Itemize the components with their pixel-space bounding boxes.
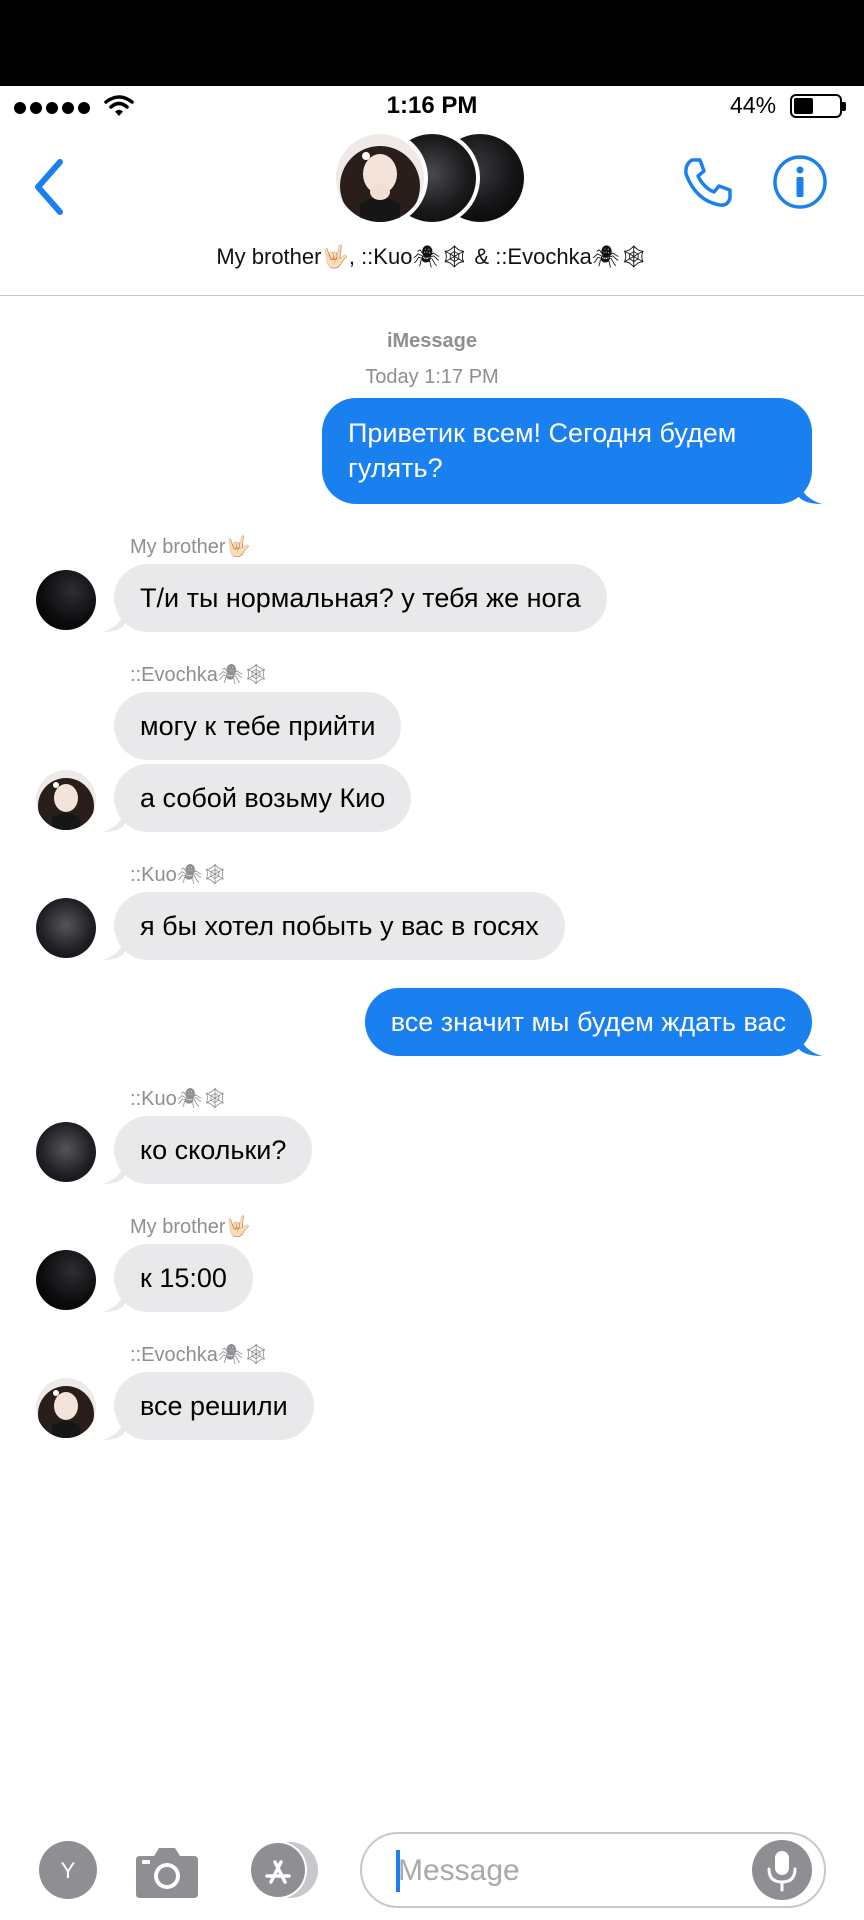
message-row: Т/и ты нормальная? у тебя же нога [0, 564, 864, 632]
group-avatars[interactable] [332, 126, 532, 228]
message-row: к 15:00 [0, 1244, 864, 1312]
sender-name: ::Kuo🕷🕸 [130, 1088, 228, 1110]
message-row: все значит мы будем ждать вас [0, 988, 864, 1056]
camera-icon[interactable] [134, 1840, 200, 1900]
bubble-tail [103, 1290, 125, 1312]
top-black-bar [0, 0, 864, 86]
sender-name: ::Evochka🕷🕸 [130, 664, 269, 686]
outgoing-bubble[interactable]: все значит мы будем ждать вас [364, 988, 812, 1056]
bubble-tail [103, 938, 125, 960]
sender-name: My brother🤟🏻 [130, 1216, 251, 1238]
incoming-bubble[interactable]: а собой возьму Кио [114, 764, 412, 832]
message-row: Приветик всем! Сегодня будем гулять? [0, 398, 864, 504]
avatar[interactable] [36, 570, 96, 630]
message-row: ко скольки? [0, 1116, 864, 1184]
incoming-bubble[interactable]: я бы хотел побыть у вас в госях [114, 892, 565, 960]
info-icon[interactable] [772, 154, 828, 210]
status-bar: 1:16 PM 44% [0, 86, 864, 126]
phone-icon[interactable] [676, 152, 736, 212]
conversation-header: My brother🤟🏻, ::Kuo🕷🕸 & ::Evochka🕷🕸 [0, 126, 864, 296]
bubble-tail [798, 1032, 822, 1056]
battery-percent: 44% [730, 92, 777, 118]
battery-icon [790, 94, 846, 118]
group-name[interactable]: My brother🤟🏻, ::Kuo🕷🕸 & ::Evochka🕷🕸 [0, 244, 864, 270]
message-row: я бы хотел побыть у вас в госях [0, 892, 864, 960]
thread-timestamp: Today 1:17 PM [365, 366, 499, 388]
bubble-tail [103, 1162, 125, 1184]
apps-button[interactable]: Y [38, 1840, 98, 1900]
avatar[interactable] [36, 1378, 96, 1438]
avatar[interactable] [36, 1122, 96, 1182]
incoming-bubble[interactable]: все решили [114, 1372, 314, 1440]
avatar [332, 130, 428, 226]
message-row: могу к тебе прийти [0, 692, 864, 760]
avatar[interactable] [36, 898, 96, 958]
avatar[interactable] [36, 1250, 96, 1310]
bubble-tail [103, 610, 125, 632]
sender-name: ::Kuo🕷🕸 [130, 864, 228, 886]
incoming-bubble[interactable]: Т/и ты нормальная? у тебя же нога [114, 564, 607, 632]
message-input[interactable] [398, 1848, 738, 1894]
sender-name: My brother🤟🏻 [130, 536, 251, 558]
compose-bar: Y [0, 1828, 864, 1920]
incoming-bubble[interactable]: к 15:00 [114, 1244, 253, 1312]
incoming-bubble[interactable]: могу к тебе прийти [114, 692, 402, 760]
incoming-bubble[interactable]: ко скольки? [114, 1116, 313, 1184]
avatar[interactable] [36, 770, 96, 830]
bubble-tail [798, 480, 822, 504]
service-label: iMessage [386, 330, 478, 352]
app-store-icon[interactable] [246, 1840, 322, 1900]
sender-name: ::Evochka🕷🕸 [130, 1344, 269, 1366]
apps-button-label: Y [61, 1858, 76, 1883]
message-row: а собой возьму Кио [0, 764, 864, 832]
outgoing-bubble[interactable]: Приветик всем! Сегодня будем гулять? [322, 398, 812, 504]
message-field[interactable] [360, 1832, 826, 1908]
chevron-left-icon[interactable] [26, 152, 76, 222]
bubble-tail [103, 810, 125, 832]
bubble-tail [103, 1418, 125, 1440]
message-row: все решили [0, 1372, 864, 1440]
microphone-icon[interactable] [752, 1840, 812, 1900]
